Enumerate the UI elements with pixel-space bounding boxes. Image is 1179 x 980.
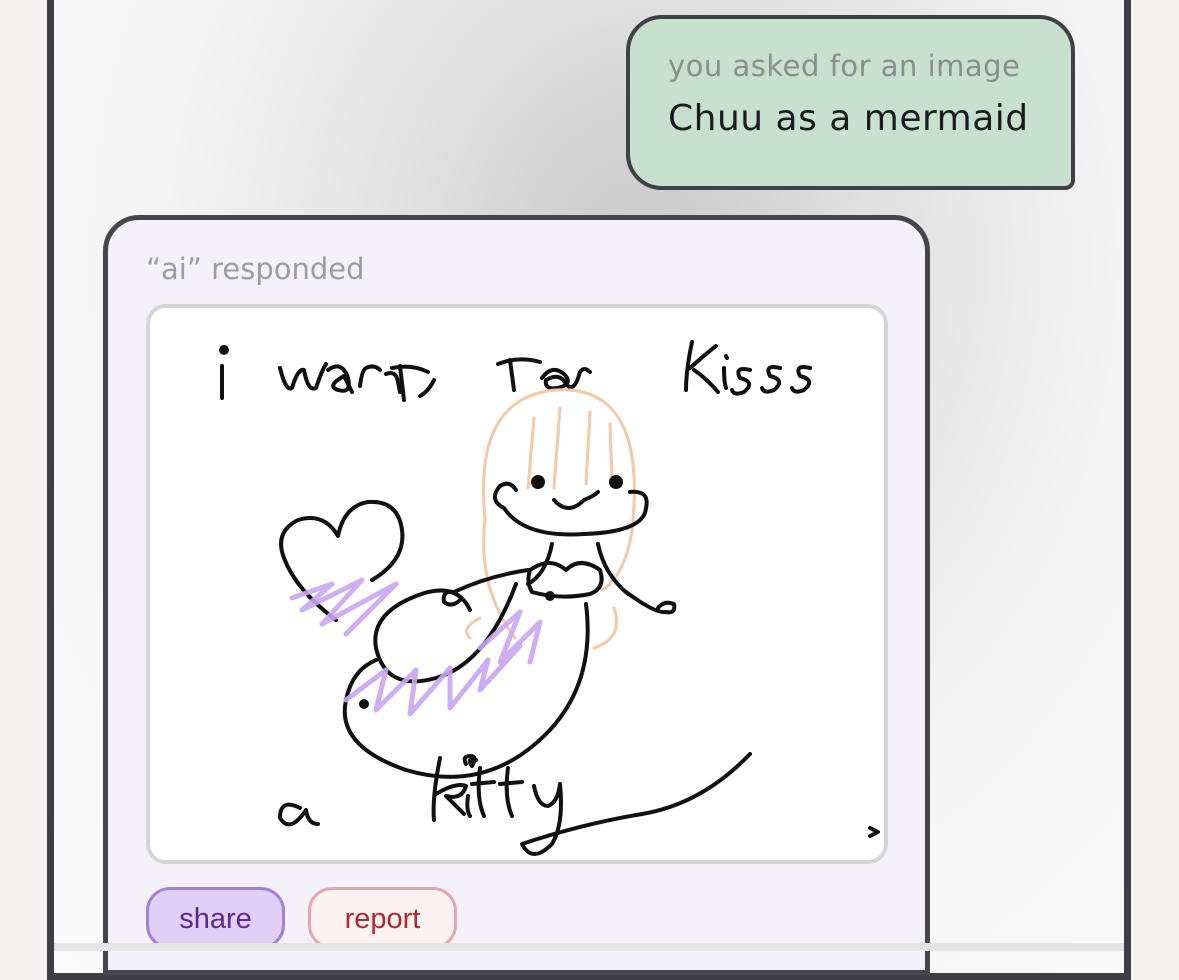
- share-button[interactable]: share: [146, 887, 285, 949]
- mermaid-drawing: [219, 340, 880, 856]
- ai-response-caption: “ai” responded: [146, 252, 365, 286]
- bottom-edge: [54, 943, 1124, 951]
- user-message-bubble: you asked for an image Chuu as a mermaid: [626, 15, 1075, 190]
- ai-response-card: “ai” responded share report: [103, 215, 930, 975]
- report-button[interactable]: report: [308, 887, 457, 949]
- user-message-text: Chuu as a mermaid: [668, 98, 1029, 139]
- generated-image[interactable]: [146, 304, 888, 864]
- user-message-caption: you asked for an image: [668, 49, 1021, 83]
